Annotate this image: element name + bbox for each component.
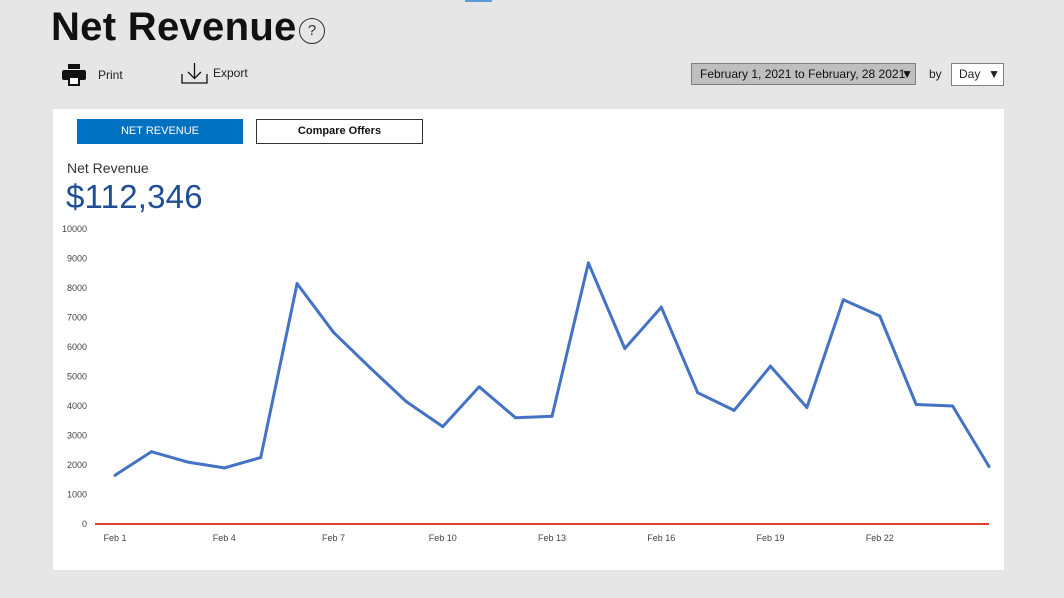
data-point bbox=[222, 466, 226, 470]
x-tick-label: Feb 16 bbox=[647, 533, 675, 543]
y-tick-label: 10000 bbox=[62, 224, 87, 234]
y-tick-label: 3000 bbox=[67, 431, 87, 441]
date-range-value: February 1, 2021 to February, 28 2021 bbox=[700, 67, 906, 81]
download-icon bbox=[181, 62, 208, 84]
chevron-down-icon: ▼ bbox=[988, 67, 1000, 81]
data-point bbox=[769, 364, 772, 368]
line-chart: 0 1000 2000 3000 4000 5000 6000 7000 8000 9000 100… bbox=[62, 224, 991, 543]
y-tick-label: 0 bbox=[82, 519, 87, 529]
data-point bbox=[368, 366, 372, 370]
data-point bbox=[514, 416, 518, 420]
data-point bbox=[914, 403, 918, 407]
interval-dropdown[interactable]: Day ▼ bbox=[951, 63, 1004, 86]
data-point bbox=[550, 414, 554, 418]
x-tick-label: Feb 13 bbox=[538, 533, 566, 543]
data-point bbox=[113, 473, 117, 477]
data-point bbox=[186, 460, 190, 464]
x-tick-label: Feb 10 bbox=[429, 533, 457, 543]
data-point bbox=[259, 456, 263, 460]
data-point bbox=[878, 314, 882, 318]
data-point bbox=[696, 391, 700, 395]
y-tick-label: 1000 bbox=[67, 490, 87, 500]
series-line bbox=[114, 261, 991, 477]
y-tick-label: 9000 bbox=[67, 254, 87, 264]
print-button[interactable]: Print bbox=[62, 64, 123, 86]
x-tick-label: Feb 4 bbox=[213, 533, 236, 543]
x-tick-label: Feb 19 bbox=[756, 533, 784, 543]
data-point bbox=[659, 305, 663, 309]
interval-value: Day bbox=[959, 67, 981, 81]
date-range-dropdown[interactable]: February 1, 2021 to February, 28 2021 ▼ bbox=[691, 63, 916, 85]
by-label: by bbox=[929, 67, 942, 81]
top-accent-bar bbox=[465, 0, 492, 2]
print-label: Print bbox=[98, 68, 123, 82]
y-tick-label: 7000 bbox=[67, 313, 87, 323]
data-point bbox=[623, 346, 627, 350]
printer-icon bbox=[62, 64, 86, 86]
y-tick-label: 4000 bbox=[67, 401, 87, 411]
data-point bbox=[332, 330, 335, 334]
data-point bbox=[732, 408, 736, 412]
data-point bbox=[841, 298, 845, 302]
data-point bbox=[951, 404, 955, 408]
help-icon[interactable]: ? bbox=[299, 18, 325, 44]
page-title: Net Revenue bbox=[51, 5, 297, 49]
x-tick-label: Feb 7 bbox=[322, 533, 345, 543]
data-point bbox=[586, 261, 590, 265]
data-point bbox=[149, 450, 153, 454]
chart-card: NET REVENUE Compare Offers Net Revenue $… bbox=[53, 109, 1004, 570]
y-tick-label: 6000 bbox=[67, 342, 87, 352]
y-tick-label: 2000 bbox=[67, 460, 87, 470]
data-point bbox=[477, 385, 481, 389]
data-point bbox=[404, 400, 408, 404]
chevron-down-icon: ▼ bbox=[901, 67, 913, 81]
x-tick-label: Feb 22 bbox=[866, 533, 894, 543]
data-point bbox=[805, 405, 809, 409]
export-label: Export bbox=[213, 66, 248, 80]
y-tick-label: 8000 bbox=[67, 283, 87, 293]
data-point bbox=[441, 425, 445, 429]
export-button[interactable]: Export bbox=[181, 62, 248, 84]
data-point bbox=[987, 464, 991, 468]
x-tick-label: Feb 1 bbox=[103, 533, 126, 543]
y-tick-label: 5000 bbox=[67, 372, 87, 382]
data-point bbox=[295, 282, 299, 286]
